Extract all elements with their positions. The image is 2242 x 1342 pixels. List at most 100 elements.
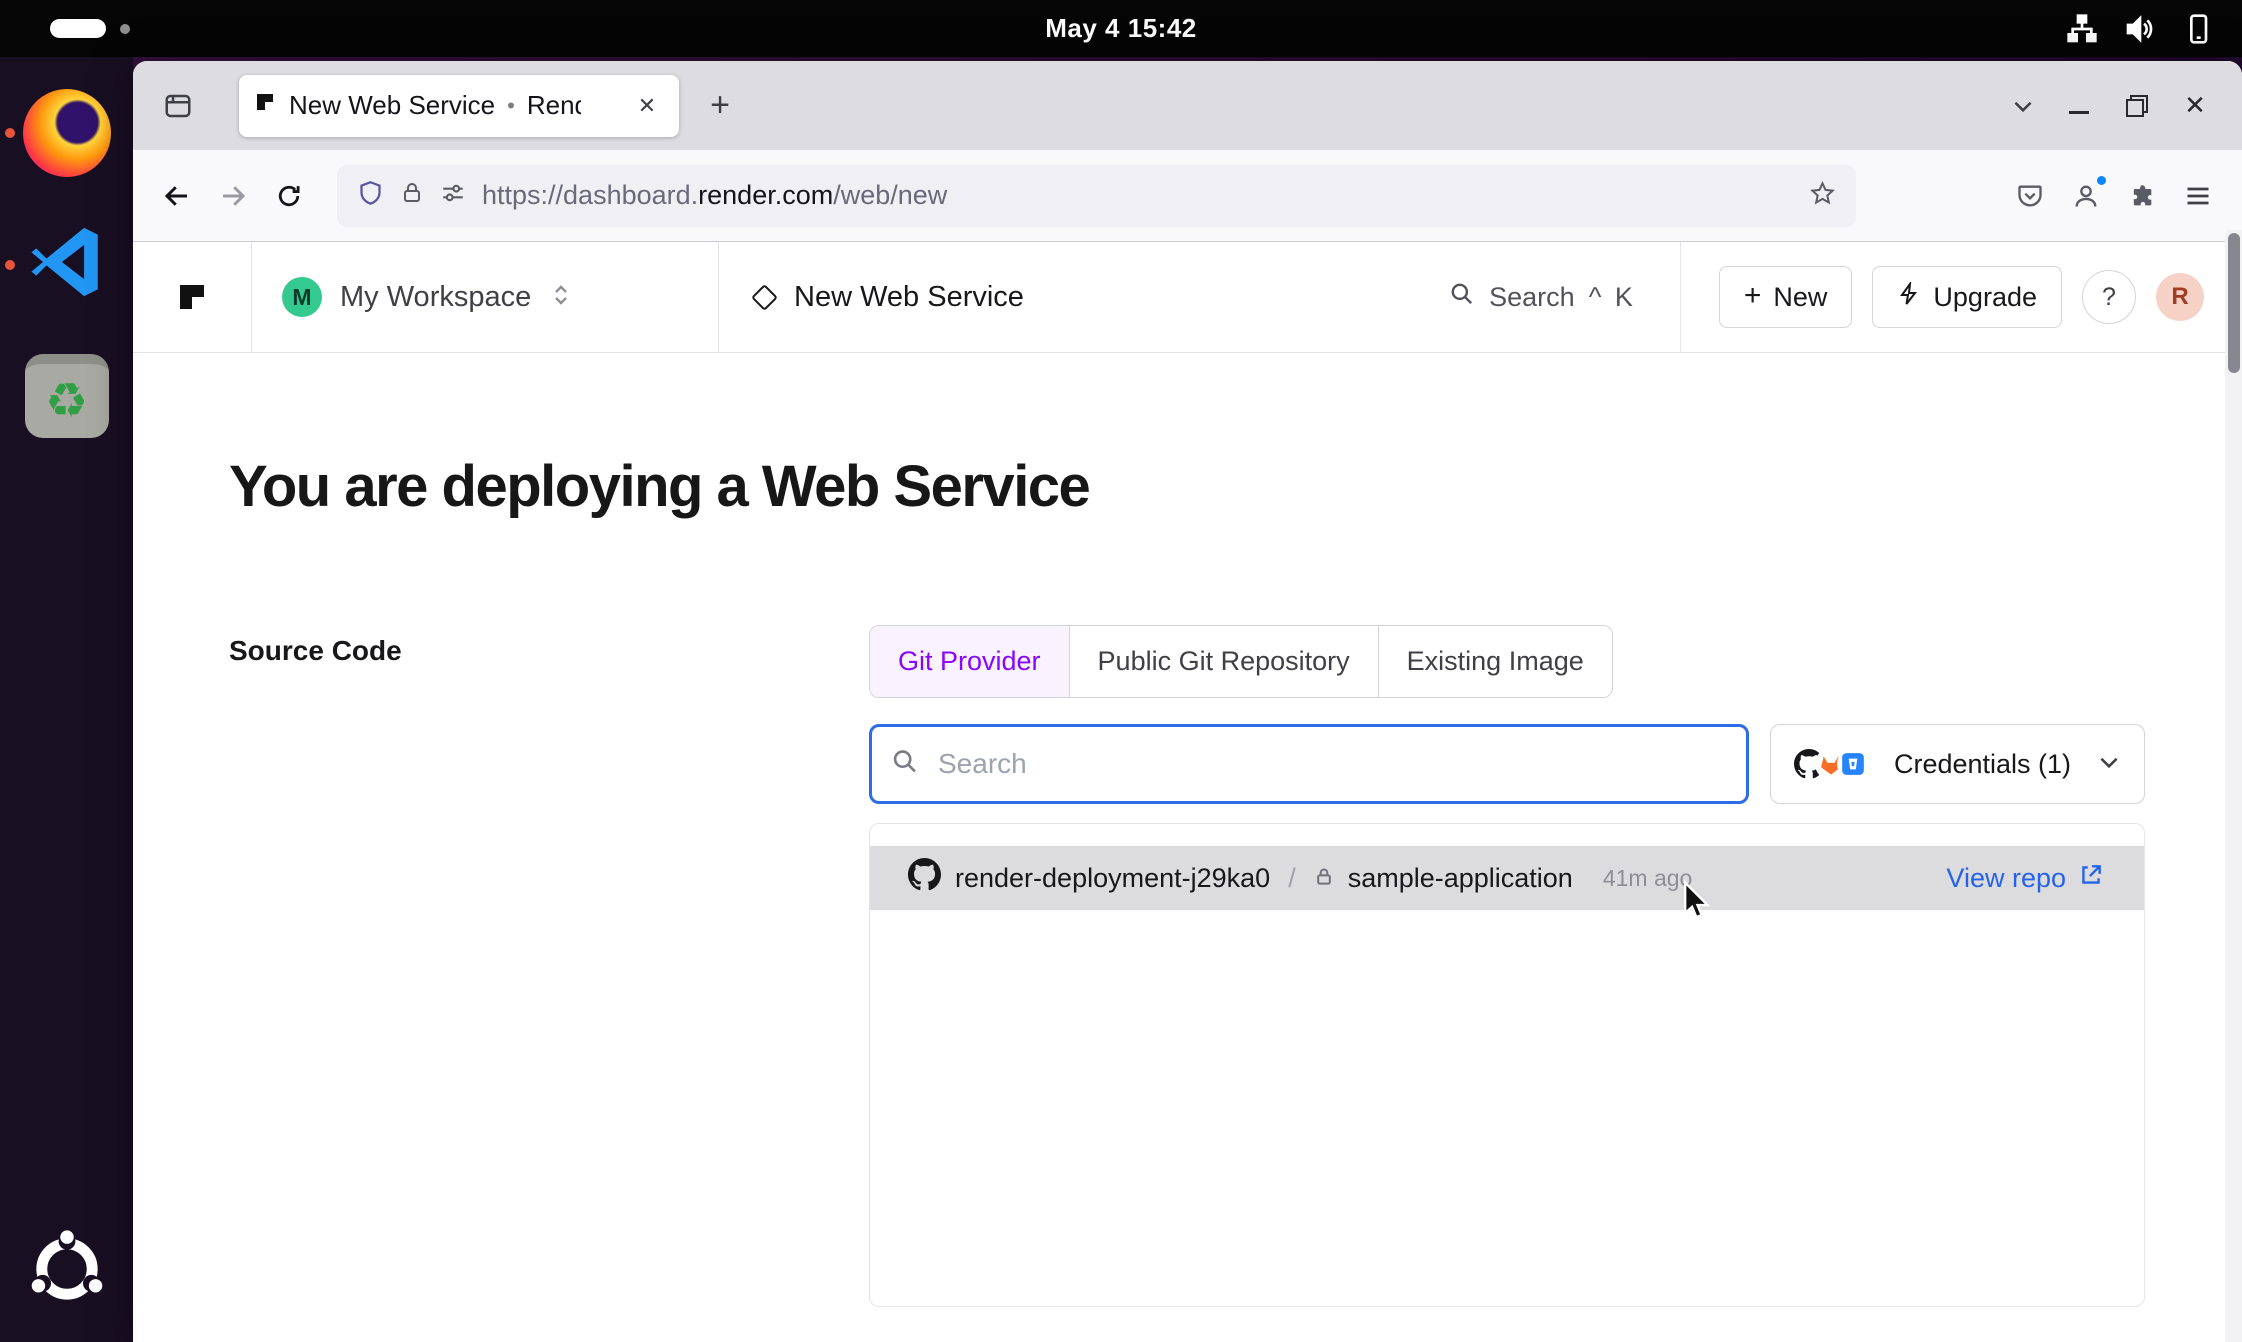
source-tabs: Git Provider Public Git Repository Exist… xyxy=(869,625,1613,698)
permissions-icon[interactable] xyxy=(440,180,466,211)
dock: ♻ xyxy=(0,57,133,1342)
repo-row[interactable]: render-deployment-j29ka0 / sample-applic… xyxy=(870,846,2144,910)
workspace-pill xyxy=(50,19,106,38)
tab-favicon-render xyxy=(253,90,277,121)
browser-tab[interactable]: New Web Service • Render ✕ xyxy=(239,75,679,137)
source-code-label: Source Code xyxy=(229,635,402,667)
bookmark-star-icon[interactable] xyxy=(1809,180,1836,212)
repo-list: render-deployment-j29ka0 / sample-applic… xyxy=(869,823,2145,1307)
forward-button[interactable] xyxy=(205,168,261,224)
search-shortcut: ^ K xyxy=(1589,282,1636,313)
dock-item-firefox[interactable] xyxy=(0,89,133,177)
workspace-dot xyxy=(120,24,130,34)
tab-public-git-repository[interactable]: Public Git Repository xyxy=(1070,626,1379,697)
extensions-puzzle-icon[interactable] xyxy=(2114,168,2170,224)
repo-search-input[interactable] xyxy=(869,724,1749,804)
scrollbar[interactable] xyxy=(2225,230,2242,1342)
lock-icon[interactable] xyxy=(400,181,424,210)
tab-title: New Web Service xyxy=(289,90,495,121)
bolt-icon xyxy=(1897,282,1921,313)
help-button[interactable]: ? xyxy=(2082,270,2136,324)
recycle-glyph: ♻ xyxy=(45,373,88,429)
breadcrumb: New Web Service xyxy=(719,242,1060,352)
global-search[interactable]: Search ^ K xyxy=(1449,242,1680,352)
url-bar[interactable]: https://dashboard.render.com/web/new xyxy=(337,165,1856,227)
repo-search xyxy=(869,724,1749,804)
view-repo-label: View repo xyxy=(1946,863,2066,894)
firefox-view-icon[interactable] xyxy=(151,79,205,133)
url-scheme: https://dashboard. xyxy=(482,180,698,210)
system-clock[interactable]: May 4 15:42 xyxy=(1045,13,1196,44)
firefox-icon xyxy=(23,89,111,177)
workspace-selector[interactable]: M My Workspace xyxy=(252,242,719,352)
trash-icon: ♻ xyxy=(25,354,109,438)
network-icon[interactable] xyxy=(2066,13,2098,45)
repo-owner: render-deployment-j29ka0 xyxy=(955,863,1270,894)
service-diamond-icon xyxy=(751,284,778,311)
pocket-icon[interactable] xyxy=(2002,168,2058,224)
github-icon xyxy=(908,858,941,898)
credentials-label: Credentials (1) xyxy=(1883,749,2082,780)
global-search-label: Search xyxy=(1489,282,1575,313)
repo-name: sample-application xyxy=(1348,863,1573,894)
ubuntu-logo-icon xyxy=(25,1227,109,1316)
upgrade-button[interactable]: Upgrade xyxy=(1872,266,2062,328)
dock-item-vscode[interactable] xyxy=(0,221,133,308)
back-button[interactable] xyxy=(149,168,205,224)
window-close-button[interactable]: ✕ xyxy=(2166,79,2224,133)
browser-toolbar: https://dashboard.render.com/web/new xyxy=(133,150,2242,242)
url-text[interactable]: https://dashboard.render.com/web/new xyxy=(482,180,1793,211)
system-tray[interactable] xyxy=(2066,0,2214,57)
plus-icon: + xyxy=(1744,279,1762,313)
device-icon[interactable] xyxy=(2182,13,2214,45)
tracking-shield-icon[interactable] xyxy=(357,180,384,212)
url-host: render.com xyxy=(698,180,833,210)
credential-provider-icons xyxy=(1793,748,1869,780)
desktop: May 4 15:42 xyxy=(0,0,2242,1342)
page-content: You are deploying a Web Service Source C… xyxy=(133,353,2242,1342)
new-button[interactable]: + New xyxy=(1719,266,1853,328)
account-icon[interactable] xyxy=(2058,168,2114,224)
workspace-indicator[interactable] xyxy=(50,19,130,38)
workspace-avatar: M xyxy=(282,277,322,317)
page-title: New Web Service xyxy=(794,281,1024,314)
render-logo[interactable] xyxy=(133,242,252,352)
tab-git-provider[interactable]: Git Provider xyxy=(870,626,1070,697)
repo-separator: / xyxy=(1288,863,1296,894)
private-lock-icon xyxy=(1314,863,1334,894)
volume-icon[interactable] xyxy=(2124,13,2156,45)
window-minimize-button[interactable] xyxy=(2050,79,2108,133)
window-restore-button[interactable] xyxy=(2108,79,2166,133)
page-heading: You are deploying a Web Service xyxy=(229,453,1089,520)
vscode-icon xyxy=(26,221,108,308)
tab-strip: New Web Service • Render ✕ + ✕ xyxy=(133,61,2242,150)
mouse-cursor xyxy=(1676,879,1720,928)
firefox-window: New Web Service • Render ✕ + ✕ xyxy=(133,61,2242,1342)
credentials-dropdown[interactable]: Credentials (1) xyxy=(1770,724,2145,804)
hamburger-menu-icon[interactable] xyxy=(2170,168,2226,224)
chevron-down-icon xyxy=(2096,749,2122,780)
system-panel: May 4 15:42 xyxy=(0,0,2242,57)
url-path: /web/new xyxy=(833,180,947,210)
dock-item-show-apps[interactable] xyxy=(0,1227,133,1316)
tab-close-button[interactable]: ✕ xyxy=(629,88,665,124)
bitbucket-icon xyxy=(1837,748,1869,780)
view-repo-link[interactable]: View repo xyxy=(1946,862,2104,895)
new-tab-button[interactable]: + xyxy=(693,79,747,133)
upgrade-button-label: Upgrade xyxy=(1933,282,2037,313)
firefox-running-dot xyxy=(5,128,15,138)
reload-button[interactable] xyxy=(261,168,317,224)
search-icon xyxy=(1449,281,1475,314)
dock-item-trash[interactable]: ♻ xyxy=(0,354,133,438)
workspace-name: My Workspace xyxy=(340,281,531,314)
user-avatar[interactable]: R xyxy=(2156,273,2204,321)
tab-separator: • xyxy=(507,93,515,119)
tab-existing-image[interactable]: Existing Image xyxy=(1379,626,1612,697)
new-button-label: New xyxy=(1773,282,1827,313)
external-link-icon xyxy=(2078,862,2104,895)
header-actions: + New Upgrade ? R xyxy=(1680,242,2242,352)
render-header: M My Workspace New Web Service xyxy=(133,242,2242,353)
list-tabs-chevron-icon[interactable] xyxy=(1996,79,2050,133)
scrollbar-thumb[interactable] xyxy=(2228,233,2240,373)
account-notification-dot xyxy=(2095,174,2108,187)
